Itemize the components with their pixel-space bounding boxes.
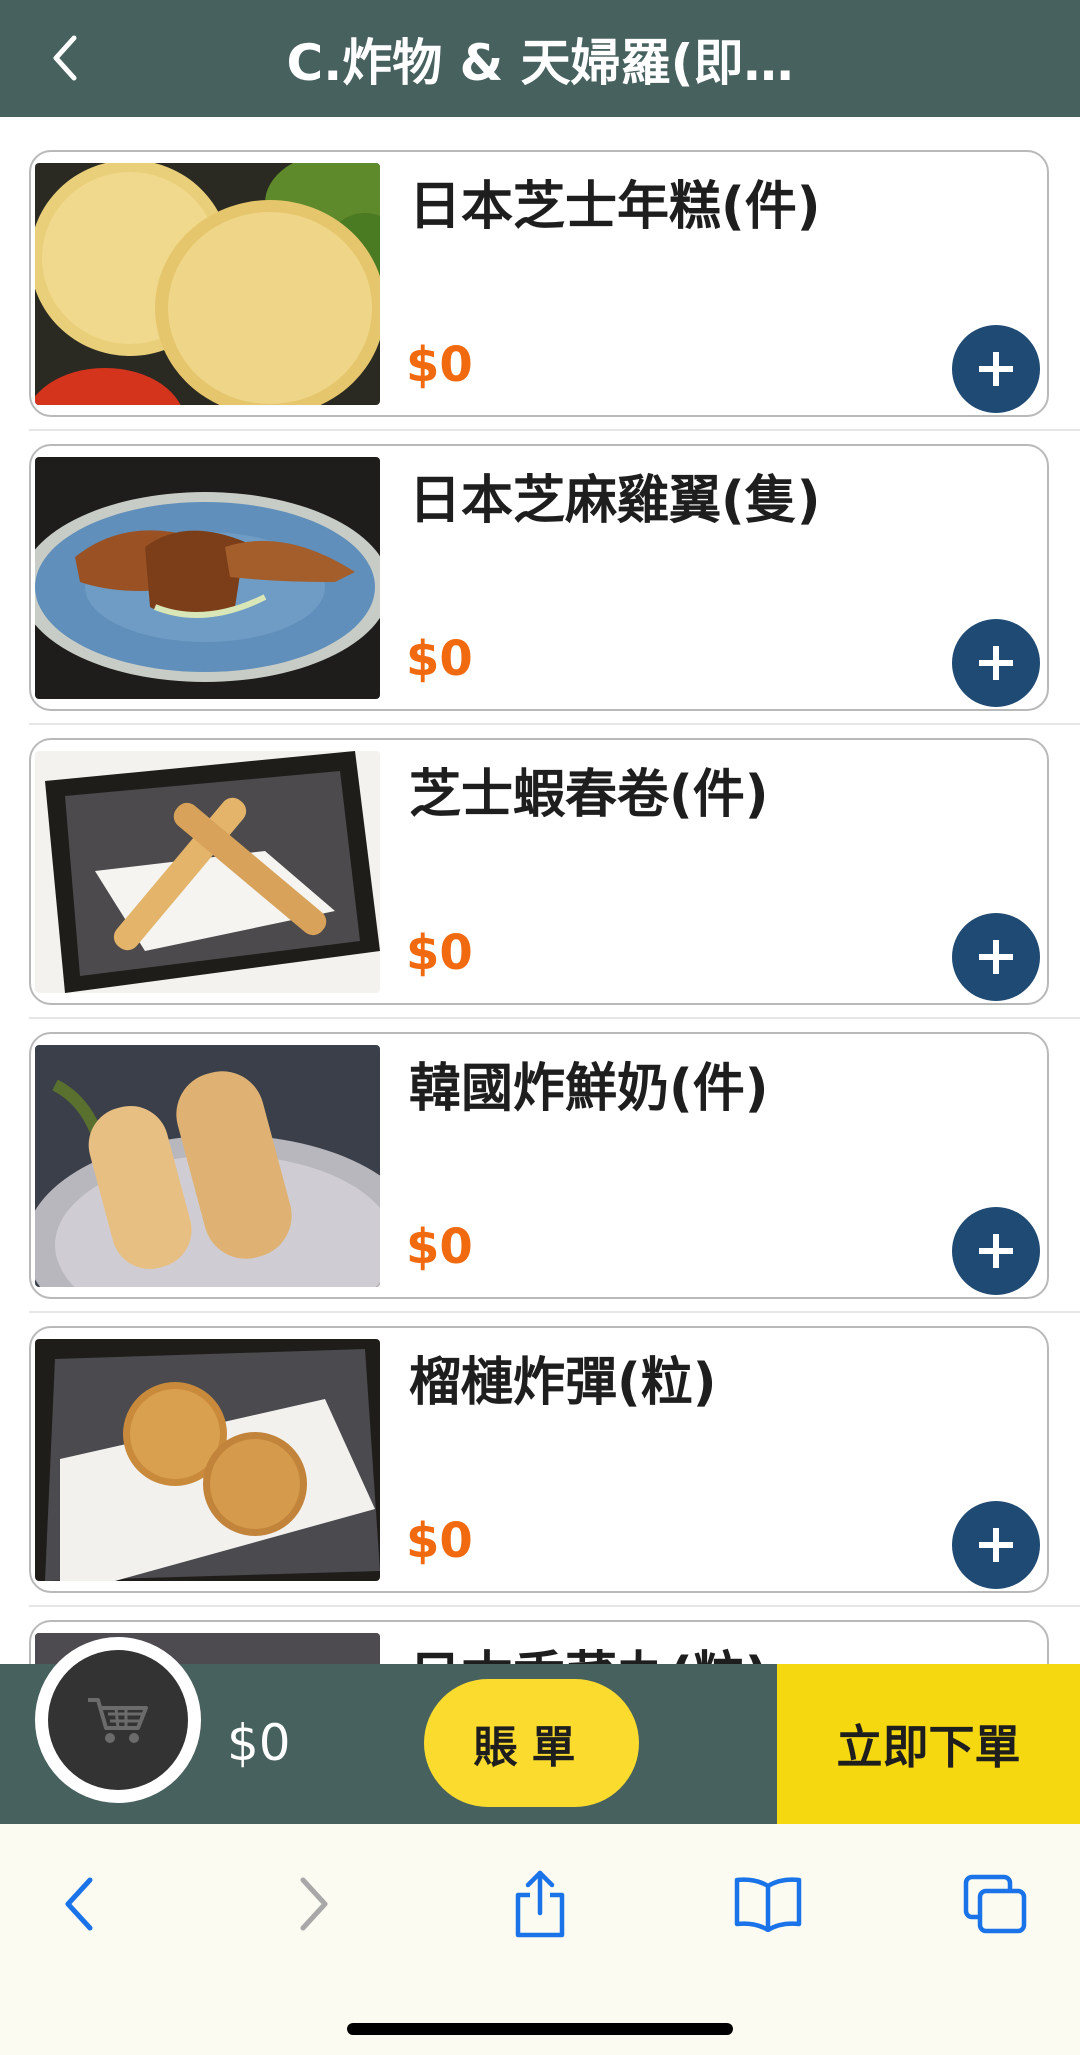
menu-item-card[interactable]: 芝士蝦春卷(件) $0 — [29, 738, 1049, 1005]
shopping-cart-icon — [88, 1698, 148, 1743]
cart-button-inner[interactable] — [48, 1650, 188, 1790]
chevron-left-icon — [53, 35, 77, 81]
plus-icon — [979, 940, 1013, 974]
add-to-cart-button[interactable] — [952, 325, 1040, 413]
menu-item-card[interactable]: 日本芝麻雞翼(隻) $0 — [29, 444, 1049, 711]
bookmarks-icon — [734, 1877, 802, 1932]
item-price: $0 — [406, 631, 473, 687]
plus-icon — [979, 352, 1013, 386]
item-name: 韓國炸鮮奶(件) — [409, 1059, 769, 1119]
place-order-button[interactable]: 立即下單 — [777, 1664, 1080, 1824]
item-photo-cheese-rice-cake — [35, 163, 380, 405]
item-name: 日本芝麻雞翼(隻) — [409, 471, 821, 531]
browser-forward-button[interactable] — [273, 1864, 353, 1944]
add-to-cart-button[interactable] — [952, 619, 1040, 707]
back-arrow-icon — [65, 1877, 93, 1931]
cart-total: $0 — [227, 1714, 291, 1772]
item-price: $0 — [406, 1513, 473, 1569]
browser-toolbar — [0, 1824, 1080, 2055]
back-button[interactable] — [40, 28, 90, 88]
item-name: 榴槤炸彈(粒) — [409, 1353, 717, 1413]
plus-icon — [979, 1234, 1013, 1268]
menu-item-card[interactable]: 韓國炸鮮奶(件) $0 — [29, 1032, 1049, 1299]
divider — [29, 1605, 1080, 1607]
add-to-cart-button[interactable] — [952, 913, 1040, 1001]
item-name: 芝士蝦春卷(件) — [409, 765, 769, 825]
item-price: $0 — [406, 925, 473, 981]
order-bar: $0 賬單 立即下單 — [0, 1637, 1080, 1824]
divider — [29, 723, 1080, 725]
tabs-icon — [963, 1874, 1027, 1934]
divider — [29, 1017, 1080, 1019]
app-header: C.炸物 & 天婦羅(即… — [0, 0, 1080, 117]
cart-button[interactable] — [35, 1637, 201, 1803]
share-button[interactable] — [500, 1864, 580, 1944]
bill-button[interactable]: 賬單 — [424, 1679, 639, 1807]
divider — [29, 429, 1080, 431]
menu-item-card[interactable]: 榴槤炸彈(粒) $0 — [29, 1326, 1049, 1593]
item-photo-durian-bomb — [35, 1339, 380, 1581]
page-title: C.炸物 & 天婦羅(即… — [286, 33, 794, 92]
plus-icon — [979, 646, 1013, 680]
item-photo-cheese-shrimp-spring-roll — [35, 751, 380, 993]
share-icon — [515, 1870, 565, 1938]
add-to-cart-button[interactable] — [952, 1501, 1040, 1589]
tabs-button[interactable] — [955, 1864, 1035, 1944]
plus-icon — [979, 1528, 1013, 1562]
item-price: $0 — [406, 1219, 473, 1275]
menu-item-card[interactable]: 日本芝士年糕(件) $0 — [29, 150, 1049, 417]
home-indicator — [347, 2023, 733, 2035]
item-price: $0 — [406, 337, 473, 393]
add-to-cart-button[interactable] — [952, 1207, 1040, 1295]
item-name: 日本芝士年糕(件) — [409, 177, 821, 237]
divider — [29, 1311, 1080, 1313]
bookmarks-button[interactable] — [728, 1864, 808, 1944]
browser-back-button[interactable] — [40, 1864, 120, 1944]
item-photo-fried-fresh-milk — [35, 1045, 380, 1287]
forward-arrow-icon — [300, 1877, 328, 1931]
item-photo-sesame-chicken-wings — [35, 457, 380, 699]
